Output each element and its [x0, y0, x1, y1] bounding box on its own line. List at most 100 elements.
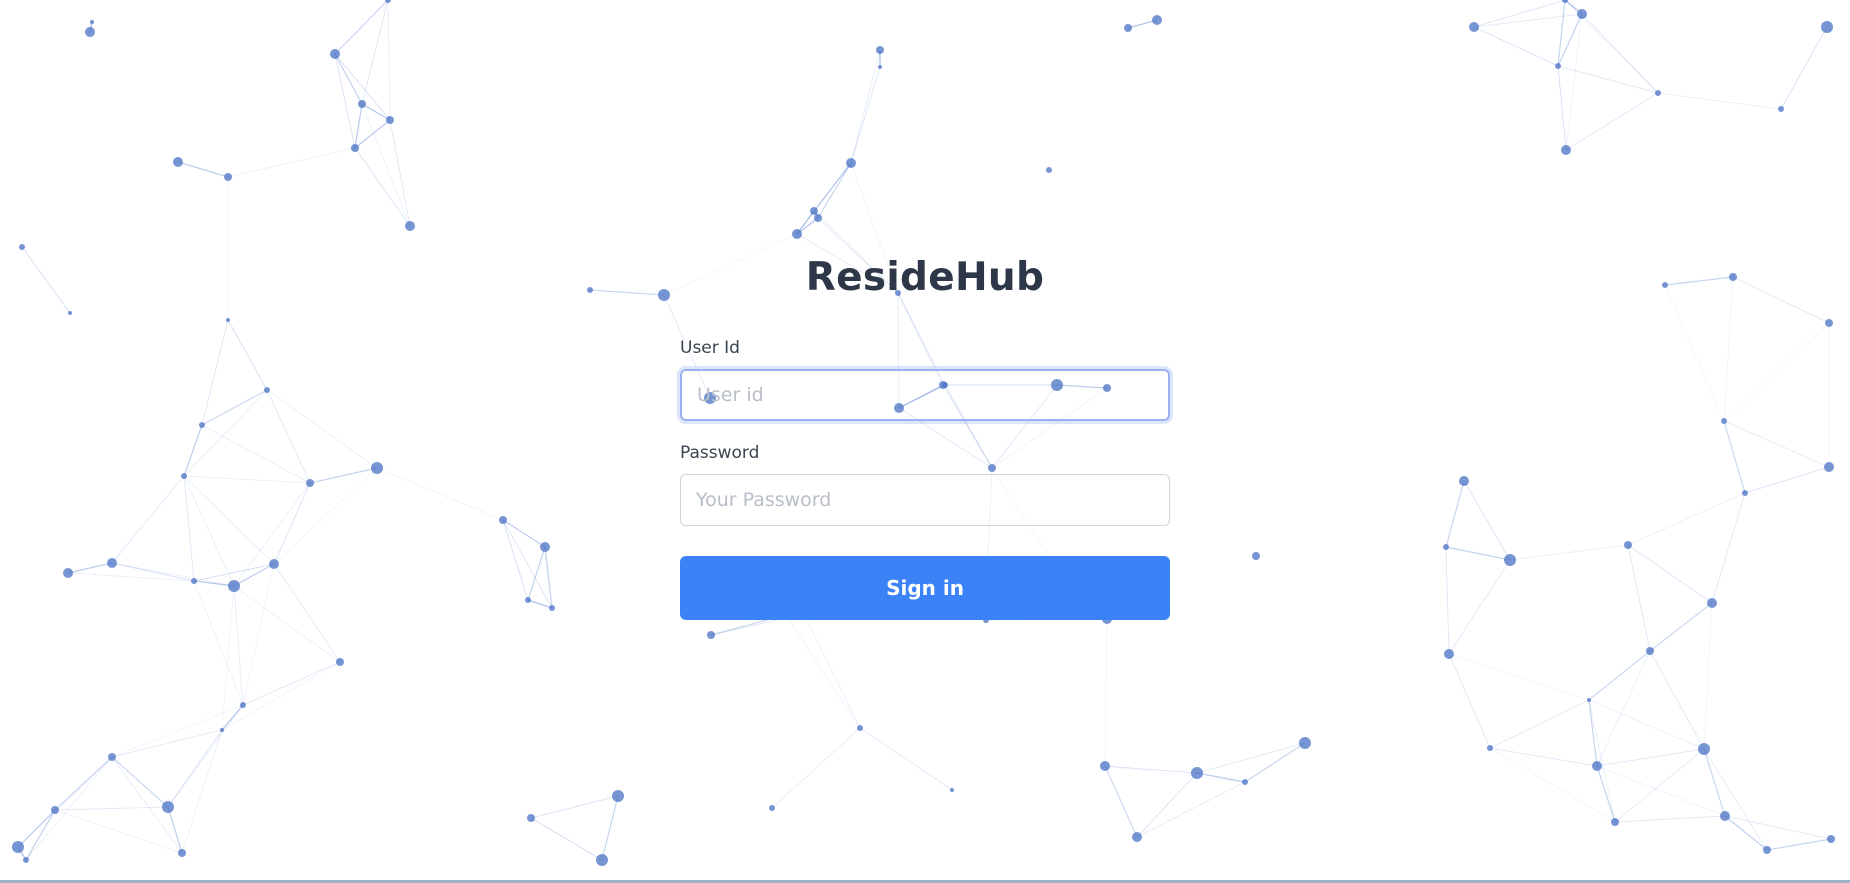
network-node	[1587, 698, 1591, 702]
network-node	[358, 100, 366, 108]
network-edge	[1104, 765, 1198, 774]
network-node	[810, 207, 818, 215]
network-edge	[334, 53, 356, 149]
network-edge	[1136, 781, 1246, 838]
network-edge	[67, 562, 113, 574]
network-node	[162, 801, 174, 813]
network-node	[878, 65, 882, 69]
network-node	[23, 857, 29, 863]
network-node	[1124, 24, 1132, 32]
network-node	[1707, 598, 1717, 608]
network-edge	[771, 727, 861, 809]
network-edge	[1473, 0, 1566, 28]
network-node	[178, 849, 186, 857]
network-node	[1299, 737, 1311, 749]
network-node	[527, 814, 535, 822]
network-edge	[111, 756, 169, 808]
network-edge	[177, 161, 229, 178]
network-edge	[1557, 65, 1567, 151]
network-node	[226, 318, 230, 322]
network-edge	[1614, 815, 1726, 823]
network-edge	[354, 147, 411, 227]
network-edge	[502, 519, 546, 548]
network-node	[1242, 779, 1248, 785]
password-group: Password	[680, 443, 1170, 526]
network-node	[19, 244, 25, 250]
network-edge	[502, 519, 529, 601]
network-edge	[1557, 0, 1566, 67]
network-node	[68, 311, 72, 315]
network-node	[90, 20, 94, 24]
network-node	[769, 805, 775, 811]
network-node	[1720, 811, 1730, 821]
network-edge	[1744, 466, 1830, 494]
network-edge	[167, 806, 183, 854]
network-node	[612, 790, 624, 802]
network-edge	[1649, 650, 1705, 750]
network-node	[1824, 462, 1834, 472]
network-edge	[1649, 602, 1713, 652]
network-edge	[1596, 748, 1705, 767]
network-edge	[1588, 699, 1616, 823]
network-edge	[389, 119, 411, 227]
network-node	[1191, 767, 1203, 779]
network-node	[1624, 541, 1632, 549]
network-edge	[1711, 492, 1746, 604]
network-node	[1655, 90, 1661, 96]
network-edge	[376, 467, 504, 521]
network-edge	[1581, 13, 1659, 94]
network-edge	[1723, 420, 1830, 468]
network-node	[499, 516, 507, 524]
network-edge	[181, 729, 223, 854]
network-node	[12, 841, 24, 853]
network-edge	[201, 319, 229, 426]
network-edge	[183, 475, 311, 484]
network-node	[1132, 832, 1142, 842]
network-node	[1611, 818, 1619, 826]
network-edge	[1596, 650, 1651, 767]
network-edge	[1724, 815, 1768, 851]
network-edge	[1244, 742, 1306, 783]
network-edge	[589, 289, 665, 296]
network-node	[330, 49, 340, 59]
network-edge	[233, 585, 244, 706]
sign-in-button[interactable]: Sign in	[680, 556, 1170, 620]
network-node	[1459, 476, 1469, 486]
network-edge	[1565, 92, 1659, 151]
network-node	[336, 658, 344, 666]
network-node	[587, 287, 593, 293]
network-node	[371, 462, 383, 474]
network-edge	[1627, 492, 1746, 546]
network-edge	[266, 389, 378, 469]
network-edge	[1509, 544, 1629, 561]
network-edge	[1588, 650, 1651, 701]
network-edge	[354, 103, 363, 149]
network-edge	[242, 563, 275, 706]
network-edge	[850, 49, 881, 164]
network-edge	[1664, 276, 1734, 286]
network-edge	[1565, 13, 1583, 151]
password-input[interactable]	[680, 474, 1170, 526]
network-node	[1046, 167, 1052, 173]
network-edge	[502, 519, 553, 609]
network-edge	[527, 546, 546, 601]
network-edge	[813, 162, 852, 212]
network-edge	[1627, 544, 1713, 604]
network-edge	[1596, 765, 1616, 823]
network-edge	[233, 563, 275, 587]
network-node	[1721, 418, 1727, 424]
network-edge	[233, 482, 311, 587]
network-edge	[21, 246, 71, 314]
app-title: ResideHub	[805, 255, 1045, 300]
network-node	[224, 173, 232, 181]
network-edge	[1703, 602, 1713, 750]
network-edge	[334, 53, 391, 121]
network-edge	[850, 66, 881, 164]
network-node	[228, 580, 240, 592]
network-edge	[1723, 276, 1734, 422]
user-id-input[interactable]	[680, 369, 1170, 421]
network-edge	[859, 727, 953, 791]
network-node	[108, 753, 116, 761]
login-page: ResideHub User Id Password Sign in	[0, 0, 1850, 883]
user-id-label: User Id	[680, 338, 740, 358]
